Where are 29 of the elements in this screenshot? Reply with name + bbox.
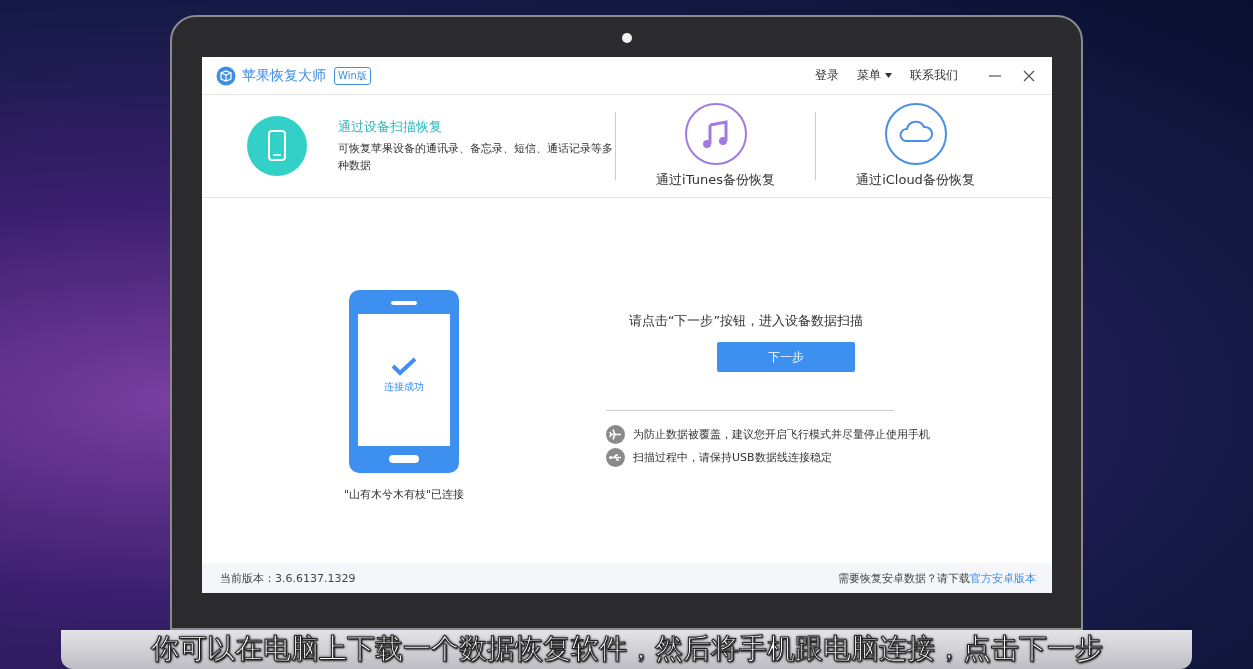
mode-title: 通过iTunes备份恢复 <box>656 171 775 189</box>
mode-title: 通过设备扫描恢复 <box>338 118 443 136</box>
menu-dropdown[interactable]: 菜单 <box>857 67 892 84</box>
phone-icon <box>246 115 308 177</box>
tip-text: 扫描过程中，请保持USB数据线连接稳定 <box>633 450 832 465</box>
menu-link[interactable]: 登录 <box>815 67 839 84</box>
recovery-mode-tab[interactable]: 通过iCloud备份恢复 <box>816 103 1015 189</box>
checkmark-icon <box>391 356 417 376</box>
recovery-mode-tab[interactable]: 通过iTunes备份恢复 <box>616 103 815 189</box>
music-note-icon <box>684 103 747 165</box>
logo-icon <box>216 65 236 86</box>
version-text: 当前版本：3.6.6137.1329 <box>220 570 356 586</box>
android-prompt: 需要恢复安卓数据？请下载 <box>838 570 970 586</box>
edition-badge: Win版 <box>334 66 371 85</box>
close-icon[interactable] <box>1022 68 1036 83</box>
device-caption: "山有木兮木有枝"已连接 <box>343 487 465 502</box>
airplane-icon <box>606 425 625 444</box>
tip-text: 为防止数据被覆盖，建议您开启飞行模式并尽量停止使用手机 <box>633 427 930 442</box>
camera-dot <box>621 33 632 43</box>
recovery-mode-tab[interactable]: 通过设备扫描恢复 可恢复苹果设备的通讯录、备忘录、短信、通话记录等多种数据 <box>202 115 615 177</box>
usb-icon <box>606 448 625 467</box>
mode-title: 通过iCloud备份恢复 <box>856 171 975 189</box>
menu-link[interactable]: 联系我们 <box>910 67 958 84</box>
caret-icon <box>885 73 892 78</box>
mode-description: 可恢复苹果设备的通讯录、备忘录、短信、通话记录等多种数据 <box>338 141 614 174</box>
instruction-text: 请点击“下一步”按钮，进入设备数据扫描 <box>627 312 865 330</box>
connection-status: 连接成功 <box>384 380 424 394</box>
cloud-icon <box>884 103 947 165</box>
app-title: 苹果恢复大师 <box>242 66 326 85</box>
